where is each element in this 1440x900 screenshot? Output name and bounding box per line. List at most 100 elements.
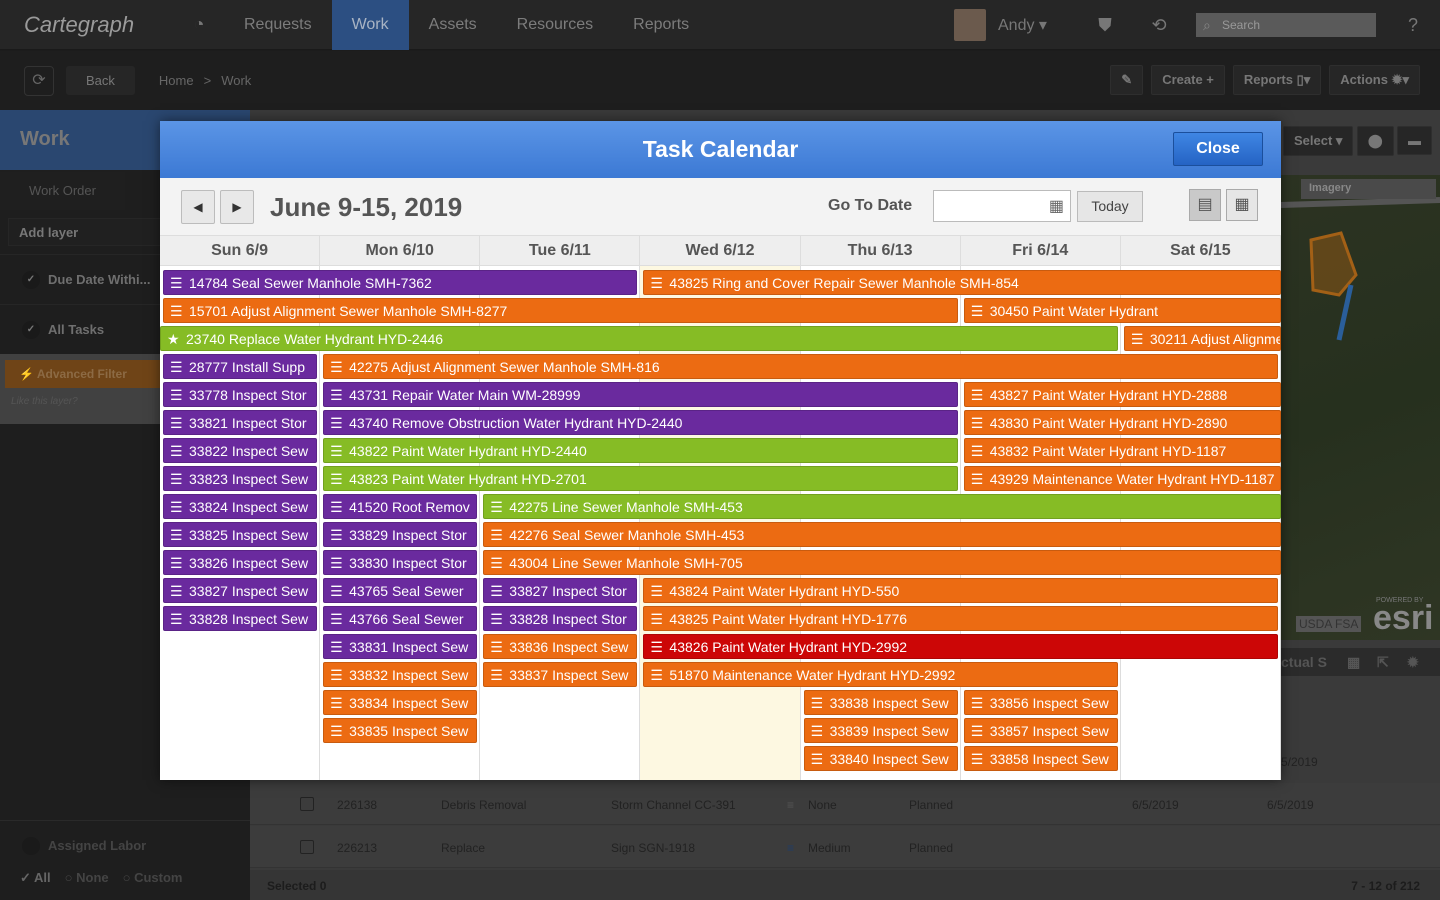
user-menu[interactable]: Andy ▾ xyxy=(998,15,1078,35)
reports-button[interactable]: Reports ▯▾ xyxy=(1232,65,1322,95)
calendar-event[interactable]: ☰ 33858 Inspect Sew xyxy=(963,746,1118,771)
radio-custom[interactable]: ○ Custom xyxy=(123,870,183,886)
calendar-event[interactable]: ☰ 33826 Inspect Sew xyxy=(163,550,318,575)
layer-assigned-labor[interactable]: Assigned Labor xyxy=(0,820,250,870)
calendar-event[interactable]: ☰ 28777 Install Supp xyxy=(163,354,318,379)
settings-icon[interactable]: ✹ xyxy=(1407,654,1419,671)
calendar-event[interactable]: ☰ 33834 Inspect Sew xyxy=(323,690,478,715)
calendar-event[interactable]: ☰ 33822 Inspect Sew xyxy=(163,438,318,463)
calendar-event[interactable]: ☰ 33778 Inspect Stor xyxy=(163,382,318,407)
back-button[interactable]: Back xyxy=(66,66,135,95)
nav-reports[interactable]: Reports xyxy=(613,0,709,50)
calendar-event[interactable]: ☰ 43832 Paint Water Hydrant HYD-1187 xyxy=(963,438,1281,463)
nav-resources[interactable]: Resources xyxy=(497,0,613,50)
calendar-event[interactable]: ☰ 33840 Inspect Sew xyxy=(803,746,958,771)
calendar-event[interactable]: ☰ 43823 Paint Water Hydrant HYD-2701 xyxy=(323,466,958,491)
calendar-event[interactable]: ☰ 33832 Inspect Sew xyxy=(323,662,478,687)
calendar-event[interactable]: ☰ 33838 Inspect Sew xyxy=(803,690,958,715)
basemap-dropdown[interactable]: Imagery xyxy=(1301,179,1436,199)
week-view-icon[interactable]: ▤ xyxy=(1189,189,1221,221)
dashboard-gauge-icon[interactable]: ◔ xyxy=(174,14,224,35)
calendar-event[interactable]: ☰ 33827 Inspect Sew xyxy=(163,578,318,603)
actions-button[interactable]: Actions ✹▾ xyxy=(1329,65,1420,95)
calendar-event[interactable]: ☰ 33837 Inspect Sew xyxy=(483,662,638,687)
logo[interactable]: Cartegraph xyxy=(24,12,174,38)
close-button[interactable]: Close xyxy=(1173,132,1263,166)
go-to-date-input[interactable]: ▦ xyxy=(933,190,1071,222)
today-button[interactable]: Today xyxy=(1077,191,1143,222)
sync-icon[interactable]: ⟲ xyxy=(1132,15,1186,36)
calendar-event[interactable]: ☰ 43731 Repair Water Main WM-28999 xyxy=(323,382,958,407)
print-icon[interactable]: ▬ xyxy=(1397,126,1432,155)
calendar-event[interactable]: ☰ 42275 Line Sewer Manhole SMH-453 xyxy=(483,494,1281,519)
calendar-event[interactable]: ☰ 42275 Adjust Alignment Sewer Manhole SM… xyxy=(323,354,1278,379)
calendar-event[interactable]: ☰ 43822 Paint Water Hydrant HYD-2440 xyxy=(323,438,958,463)
calendar-event[interactable]: ☰ 43824 Paint Water Hydrant HYD-550 xyxy=(643,578,1278,603)
avatar[interactable] xyxy=(954,9,986,41)
calendar-event[interactable]: ☰ 43004 Line Sewer Manhole SMH-705 xyxy=(483,550,1281,575)
edit-icon[interactable]: ✎ xyxy=(1110,65,1144,95)
radio-all[interactable]: ✓ All xyxy=(20,870,51,886)
calendar-event[interactable]: ☰ 43826 Paint Water Hydrant HYD-2992 xyxy=(643,634,1278,659)
calendar-event[interactable]: ☰ 43766 Seal Sewer xyxy=(323,606,478,631)
map[interactable]: Imagery POWERED BY esri USDA FSA xyxy=(1281,175,1440,640)
check-icon[interactable]: ✓ xyxy=(22,320,40,339)
shield-icon[interactable]: ⛊ xyxy=(1078,15,1132,36)
calendar-event[interactable]: ☰ 43929 Maintenance Water Hydrant HYD-118… xyxy=(963,466,1281,491)
nav-work[interactable]: Work xyxy=(331,0,409,50)
calendar-event[interactable]: ☰ 33823 Inspect Sew xyxy=(163,466,318,491)
calendar-event[interactable]: ☰ 33839 Inspect Sew xyxy=(803,718,958,743)
calendar-event[interactable]: ☰ 33857 Inspect Sew xyxy=(963,718,1118,743)
month-view-icon[interactable]: ▦ xyxy=(1226,189,1258,221)
calendar-event[interactable]: ☰ 33856 Inspect Sew xyxy=(963,690,1118,715)
prev-week-button[interactable]: ◀ xyxy=(181,190,215,224)
calendar-event[interactable]: ☰ 43740 Remove Obstruction Water Hydrant … xyxy=(323,410,958,435)
calendar-event[interactable]: ☰ 33829 Inspect Stor xyxy=(323,522,478,547)
calendar-event[interactable]: ☰ 43827 Paint Water Hydrant HYD-2888 xyxy=(963,382,1281,407)
calendar-event[interactable]: ☰ 33828 Inspect Stor xyxy=(483,606,638,631)
calendar-event[interactable]: ☰ 33836 Inspect Sew xyxy=(483,634,638,659)
row-checkbox[interactable] xyxy=(300,840,314,854)
external-link-icon[interactable]: ⇱ xyxy=(1377,654,1389,671)
calendar-icon[interactable]: ▦ xyxy=(1049,196,1064,216)
refresh-button[interactable]: ⟳ xyxy=(24,65,54,96)
tab-work-order[interactable]: Work Order xyxy=(0,172,125,210)
row-checkbox[interactable] xyxy=(300,797,314,811)
calendar-event[interactable]: ☰ 41520 Root Remov xyxy=(323,494,478,519)
calendar-event[interactable]: ☰ 33827 Inspect Stor xyxy=(483,578,638,603)
help-icon[interactable]: ? xyxy=(1386,15,1440,36)
calendar-event[interactable]: ☰ 33830 Inspect Stor xyxy=(323,550,478,575)
calendar-icon[interactable]: ▦ xyxy=(1347,654,1360,671)
calendar-event[interactable]: ☰ 15701 Adjust Alignment Sewer Manhole SM… xyxy=(163,298,958,323)
calendar-event[interactable]: ☰ 33835 Inspect Sew xyxy=(323,718,478,743)
calendar-event[interactable]: ★ 23740 Replace Water Hydrant HYD-2446 xyxy=(160,326,1118,351)
calendar-event[interactable]: ☰ 43830 Paint Water Hydrant HYD-2890 xyxy=(963,410,1281,435)
calendar-event[interactable]: ☰ 33828 Inspect Sew xyxy=(163,606,318,631)
search-input[interactable]: Search xyxy=(1196,13,1376,37)
calendar-event[interactable]: ☰ 43825 Paint Water Hydrant HYD-1776 xyxy=(643,606,1278,631)
calendar-event[interactable]: ☰ 33825 Inspect Sew xyxy=(163,522,318,547)
calendar-event[interactable]: ☰ 33821 Inspect Stor xyxy=(163,410,318,435)
calendar-event[interactable]: ☰ 42276 Seal Sewer Manhole SMH-453 xyxy=(483,522,1281,547)
column-header[interactable]: ctual S xyxy=(1281,654,1327,670)
breadcrumb-home[interactable]: Home xyxy=(159,73,194,88)
map-pin-icon[interactable]: ⬤ xyxy=(1357,126,1394,156)
table-row[interactable]: 226213 Replace Sign SGN-1918 ≡ Medium Pl… xyxy=(250,826,1440,868)
nav-requests[interactable]: Requests xyxy=(224,0,332,50)
radio-none[interactable]: ○ None xyxy=(65,870,109,886)
calendar-event[interactable]: ☰ 33831 Inspect Sew xyxy=(323,634,478,659)
calendar-event[interactable]: ☰ 30211 Adjust Alignment xyxy=(1123,326,1281,351)
check-icon[interactable]: ✓ xyxy=(22,270,40,289)
radio-icon[interactable] xyxy=(22,836,40,855)
calendar-event[interactable]: ☰ 51870 Maintenance Water Hydrant HYD-299… xyxy=(643,662,1118,687)
calendar-event[interactable]: ☰ 30450 Paint Water Hydrant xyxy=(963,298,1281,323)
nav-assets[interactable]: Assets xyxy=(409,0,497,50)
calendar-event[interactable]: ☰ 43825 Ring and Cover Repair Sewer Manho… xyxy=(643,270,1281,295)
calendar-event[interactable]: ☰ 14784 Seal Sewer Manhole SMH-7362 xyxy=(163,270,638,295)
table-row[interactable]: 226138 Debris Removal Storm Channel CC-3… xyxy=(250,783,1440,825)
next-week-button[interactable]: ▶ xyxy=(220,190,254,224)
calendar-event[interactable]: ☰ 43765 Seal Sewer xyxy=(323,578,478,603)
select-dropdown[interactable]: Select ▾ xyxy=(1283,126,1354,156)
create-button[interactable]: Create + xyxy=(1151,65,1225,95)
calendar-event[interactable]: ☰ 33824 Inspect Sew xyxy=(163,494,318,519)
